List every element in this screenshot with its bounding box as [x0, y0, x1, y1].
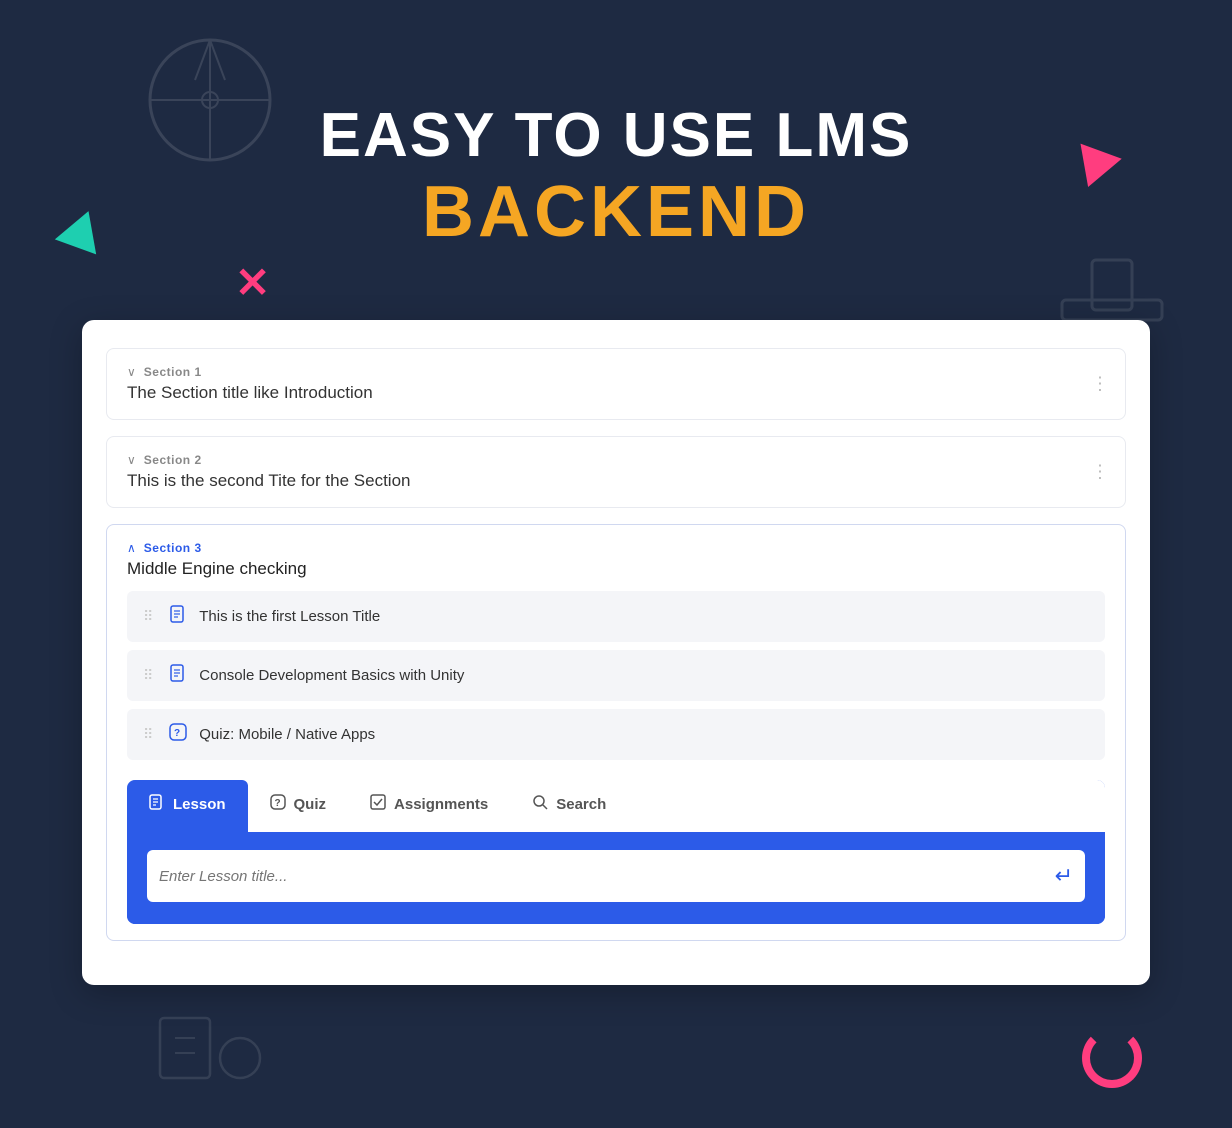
- lesson-doc-icon-1: [169, 605, 187, 628]
- enter-button[interactable]: ↵: [1055, 863, 1073, 889]
- section-row-3: ∧ Section 3 Middle Engine checking 🗑 ⋮ ⠿…: [106, 524, 1126, 941]
- section-1-title: The Section title like Introduction: [127, 383, 1105, 403]
- section-3-header: ∧ Section 3: [127, 541, 1105, 555]
- section-3-title: Middle Engine checking: [127, 559, 1105, 579]
- svg-text:?: ?: [274, 798, 280, 809]
- tab-assignments-icon: [370, 794, 386, 815]
- tab-search[interactable]: Search: [510, 780, 628, 832]
- section-2-chevron[interactable]: ∨: [127, 453, 136, 467]
- lesson-title-input[interactable]: [159, 868, 1055, 885]
- tab-search-label: Search: [556, 796, 606, 813]
- section-3-label: Section 3: [144, 541, 202, 555]
- deco-bottom-left-icon: [150, 998, 270, 1098]
- tab-lesson-label: Lesson: [173, 796, 226, 813]
- lesson-item-1: ⠿ This is the first Lesson Title: [127, 591, 1105, 642]
- lesson-item-2: ⠿ Console Development Basics with Unity: [127, 650, 1105, 701]
- section-2-label: Section 2: [144, 453, 202, 467]
- tab-content-lesson: ↵: [127, 832, 1105, 924]
- lesson-input-row: ↵: [147, 850, 1085, 902]
- tab-assignments-label: Assignments: [394, 796, 488, 813]
- tab-search-icon: [532, 794, 548, 815]
- tabs-header: Lesson ? Quiz Assignments: [127, 780, 1105, 832]
- tab-lesson[interactable]: Lesson: [127, 780, 248, 832]
- lesson-doc-icon-2: [169, 664, 187, 687]
- quiz-icon-1: ?: [169, 723, 187, 746]
- hero-title-line2: BACKEND: [0, 171, 1232, 253]
- drag-handle-3[interactable]: ⠿: [143, 726, 153, 743]
- lesson-title-1: This is the first Lesson Title: [199, 608, 380, 625]
- section-row-1: ∨ Section 1 The Section title like Intro…: [106, 348, 1126, 420]
- deco-cross: ✕: [235, 258, 270, 307]
- tab-assignments[interactable]: Assignments: [348, 780, 510, 832]
- section-1-chevron[interactable]: ∨: [127, 365, 136, 379]
- tab-quiz[interactable]: ? Quiz: [248, 780, 349, 832]
- section-2-dots[interactable]: ⋮: [1091, 462, 1109, 483]
- lesson-title-2: Console Development Basics with Unity: [199, 667, 464, 684]
- section-row-2: ∨ Section 2 This is the second Tite for …: [106, 436, 1126, 508]
- section-3-chevron[interactable]: ∧: [127, 541, 136, 555]
- tab-lesson-icon: [149, 794, 165, 815]
- hero-section: EASY TO USE LMS BACKEND: [0, 0, 1232, 253]
- drag-handle-1[interactable]: ⠿: [143, 608, 153, 625]
- section-2-header: ∨ Section 2: [127, 453, 1105, 467]
- section-2-title: This is the second Tite for the Section: [127, 471, 1105, 491]
- drag-handle-2[interactable]: ⠿: [143, 667, 153, 684]
- section-1-header: ∨ Section 1: [127, 365, 1105, 379]
- section-1-label: Section 1: [144, 365, 202, 379]
- deco-arc: [1082, 1028, 1142, 1088]
- quiz-item-1: ⠿ ? Quiz: Mobile / Native Apps: [127, 709, 1105, 760]
- tab-quiz-icon: ?: [270, 794, 286, 815]
- lessons-list: ⠿ This is the first Lesson Title ⠿ Conso…: [127, 591, 1105, 760]
- section-1-dots[interactable]: ⋮: [1091, 374, 1109, 395]
- tabs-area: Lesson ? Quiz Assignments: [127, 780, 1105, 924]
- svg-text:?: ?: [174, 728, 180, 739]
- hero-title-line1: EASY TO USE LMS: [0, 100, 1232, 171]
- quiz-title-1: Quiz: Mobile / Native Apps: [199, 726, 375, 743]
- main-card: ∨ Section 1 The Section title like Intro…: [82, 320, 1150, 985]
- tab-quiz-label: Quiz: [294, 796, 327, 813]
